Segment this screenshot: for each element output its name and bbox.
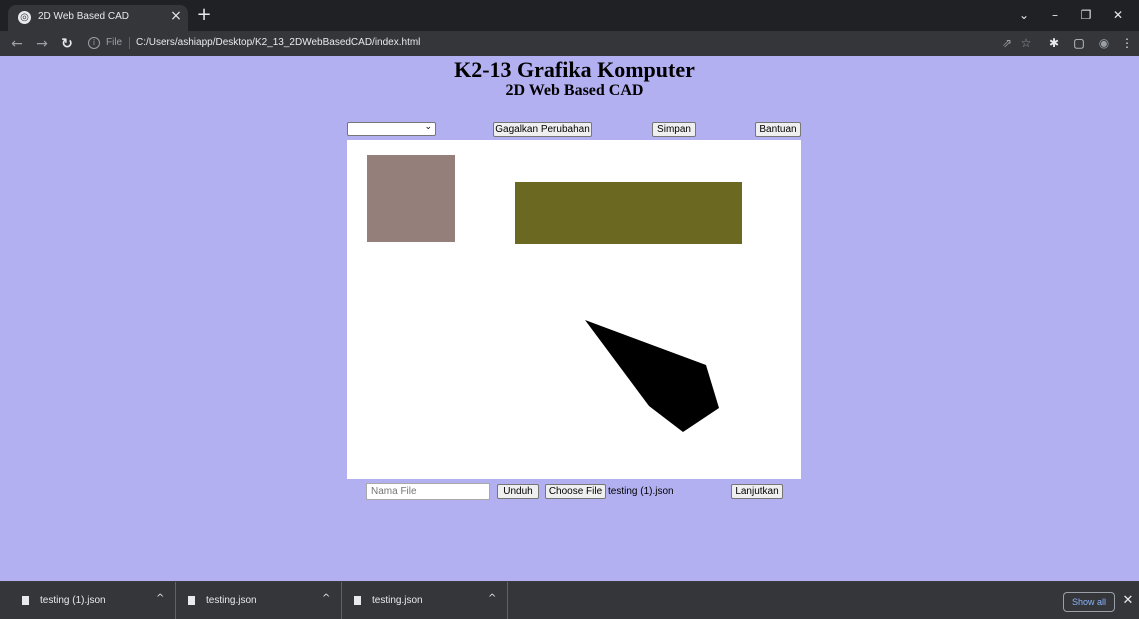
rectangle-shape[interactable] [515, 182, 742, 244]
close-downloads-icon[interactable]: ✕ [1120, 593, 1136, 609]
back-icon[interactable]: ← [8, 35, 26, 53]
chevron-up-icon[interactable]: ^ [156, 593, 164, 604]
browser-toolbar: ← → ↻ i File C:/Users/ashiapp/Desktop/K2… [0, 31, 1139, 56]
download-filename: testing.json [206, 595, 257, 606]
save-button[interactable]: Simpan [652, 122, 696, 137]
download-item[interactable]: testing (1).json ^ [10, 582, 176, 619]
side-panel-icon[interactable]: ▢ [1071, 35, 1087, 51]
download-item[interactable]: testing.json ^ [342, 582, 508, 619]
page-title: K2-13 Grafika Komputer [454, 57, 695, 82]
file-icon [22, 596, 29, 605]
page-subtitle: 2D Web Based CAD [505, 82, 644, 99]
square-shape[interactable] [367, 155, 455, 242]
shape-type-select[interactable]: ⌄ [347, 122, 436, 136]
minimize-icon[interactable]: – [1045, 6, 1065, 24]
file-icon [188, 596, 195, 605]
tab-search-chevron-icon[interactable]: ⌄ [1014, 6, 1034, 24]
download-item[interactable]: testing.json ^ [176, 582, 342, 619]
tab-title: 2D Web Based CAD [38, 11, 129, 22]
reload-icon[interactable]: ↻ [58, 35, 76, 53]
globe-icon: ◎ [18, 11, 31, 24]
choose-file-button[interactable]: Choose File [545, 484, 606, 499]
polygon-shape[interactable] [585, 320, 719, 432]
continue-button[interactable]: Lanjutkan [731, 484, 783, 499]
chevron-up-icon[interactable]: ^ [322, 593, 330, 604]
window-close-icon[interactable]: ✕ [1108, 6, 1128, 24]
show-all-downloads-button[interactable]: Show all [1063, 592, 1115, 612]
browser-tab[interactable]: ◎ 2D Web Based CAD × [8, 5, 188, 31]
bookmark-star-icon[interactable]: ☆ [1018, 35, 1034, 51]
downloads-bar: testing (1).json ^ testing.json ^ testin… [0, 581, 1139, 619]
restore-icon[interactable]: ❐ [1076, 6, 1096, 24]
chosen-file-name: testing (1).json [608, 486, 674, 497]
download-filename: testing.json [372, 595, 423, 606]
browser-tabstrip: ◎ 2D Web Based CAD × + ⌄ – ❐ ✕ [0, 0, 1139, 31]
forward-icon[interactable]: → [33, 35, 51, 53]
url-text[interactable]: C:/Users/ashiapp/Desktop/K2_13_2DWebBase… [136, 37, 420, 48]
omnibox-divider [129, 37, 130, 49]
share-icon[interactable]: ⇗ [999, 35, 1015, 51]
download-filename: testing (1).json [40, 595, 106, 606]
browser-menu-icon[interactable]: ⋮ [1119, 35, 1135, 51]
chevron-down-icon: ⌄ [424, 122, 432, 132]
new-tab-icon[interactable]: + [194, 5, 214, 25]
address-bar[interactable]: i File C:/Users/ashiapp/Desktop/K2_13_2D… [84, 34, 514, 53]
file-icon [354, 596, 361, 605]
url-scheme-label: File [106, 37, 123, 48]
info-icon[interactable]: i [88, 37, 100, 49]
undo-button[interactable]: Gagalkan Perubahan [493, 122, 592, 137]
download-button[interactable]: Unduh [497, 484, 539, 499]
filename-input[interactable]: Nama File [366, 483, 490, 500]
profile-avatar-icon[interactable]: ◉ [1096, 35, 1112, 51]
extensions-icon[interactable]: ✱ [1046, 35, 1062, 51]
drawing-canvas[interactable] [347, 140, 801, 479]
tab-close-icon[interactable]: × [168, 8, 184, 24]
help-button[interactable]: Bantuan [755, 122, 801, 137]
chevron-up-icon[interactable]: ^ [488, 593, 496, 604]
